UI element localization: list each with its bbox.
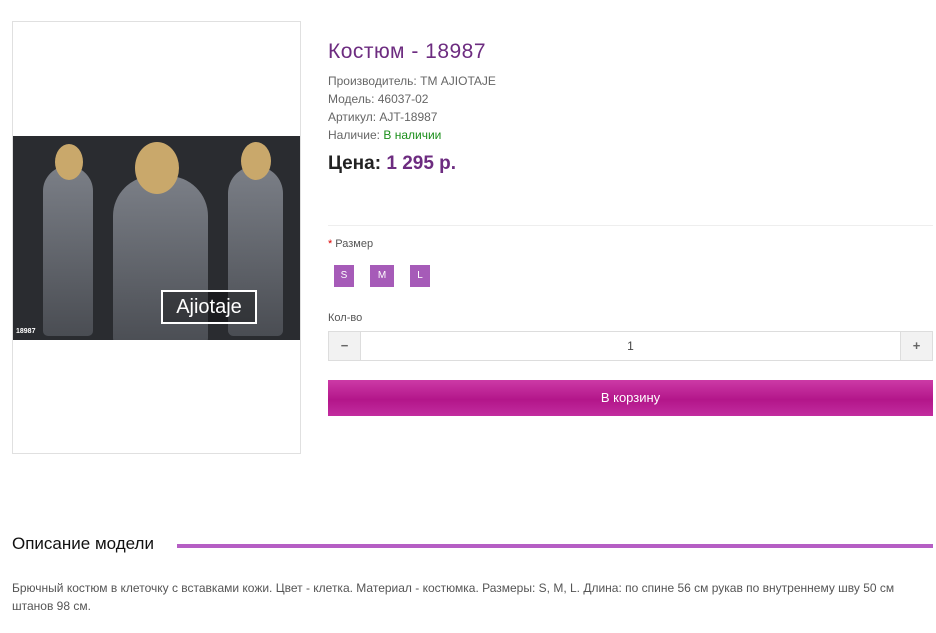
size-label: * Размер <box>328 238 374 250</box>
availability-status: В наличии <box>383 128 442 142</box>
product-photo[interactable]: Ajiotaje 18987 <box>13 136 300 340</box>
qty-input[interactable]: 1 <box>361 332 900 360</box>
model-figure-left <box>43 166 93 336</box>
size-option-l[interactable]: L <box>410 265 430 287</box>
brand-logo: Ajiotaje <box>161 290 257 324</box>
model-hair-center <box>135 142 179 194</box>
add-to-cart-button[interactable]: В корзину <box>328 380 933 416</box>
size-option-m[interactable]: M <box>370 265 394 287</box>
divider <box>328 225 933 226</box>
model-row: Модель: 46037-02 <box>328 92 429 106</box>
availability-row: Наличие: В наличии <box>328 128 442 142</box>
model-hair-right <box>241 142 271 180</box>
manufacturer-link[interactable]: ТМ AJIOTAJE <box>420 74 496 88</box>
price: Цена: 1 295 р. <box>328 153 457 174</box>
product-meta: Производитель: ТМ AJIOTAJE Модель: 46037… <box>328 72 496 144</box>
size-option-s[interactable]: S <box>334 265 354 287</box>
sku-row: Артикул: AJT-18987 <box>328 110 438 124</box>
qty-minus-button[interactable]: − <box>329 332 361 360</box>
description-heading: Описание модели <box>12 534 154 553</box>
product-title: Костюм - 18987 <box>328 40 487 63</box>
required-mark: * <box>328 238 333 250</box>
product-image-frame[interactable]: Ajiotaje 18987 <box>12 21 301 454</box>
qty-plus-button[interactable]: + <box>900 332 932 360</box>
qty-label: Кол-во <box>328 312 363 324</box>
price-value: 1 295 р. <box>386 153 457 174</box>
description-heading-line <box>177 544 933 548</box>
manufacturer-row: Производитель: ТМ AJIOTAJE <box>328 74 496 88</box>
image-code: 18987 <box>16 328 36 335</box>
model-hair-left <box>55 144 83 180</box>
description-text: Брючный костюм в клеточку с вставками ко… <box>12 581 895 613</box>
quantity-stepper: − 1 + <box>328 331 933 361</box>
